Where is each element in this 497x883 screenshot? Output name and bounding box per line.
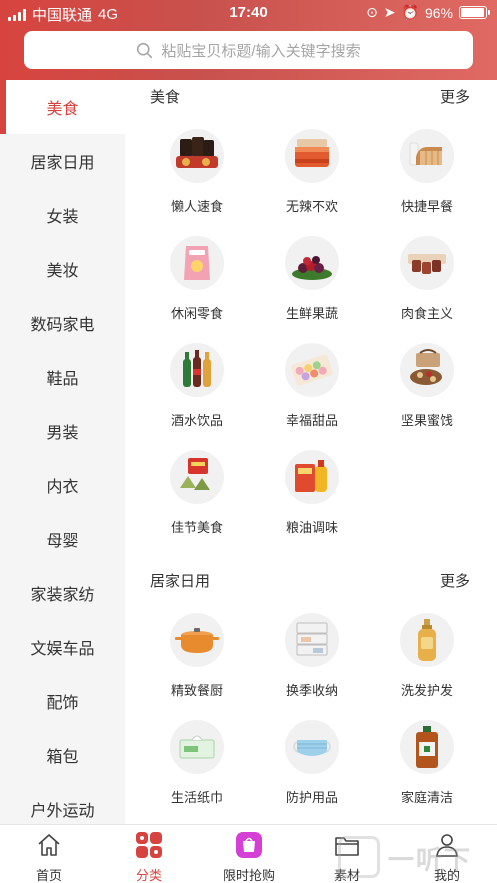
sidebar-item-home-textile[interactable]: 家装家纺	[0, 566, 125, 620]
search-bar[interactable]: 粘贴宝贝标题/输入关键字搜索	[24, 31, 473, 69]
category-content: 美食 更多 懒人速食 无辣不欢 快捷早餐 休闲零食 生鲜果蔬 肉食主义 酒水饮品…	[125, 80, 497, 824]
category-tile[interactable]: 无辣不欢	[262, 129, 362, 215]
category-label: 生活纸巾	[170, 790, 223, 805]
shampoo-image	[400, 613, 454, 667]
category-label: 休闲零食	[170, 306, 223, 321]
category-tile[interactable]: 生活纸巾	[147, 720, 247, 806]
category-tile[interactable]: 精致餐厨	[147, 613, 247, 699]
battery-percent: 96%	[424, 4, 453, 21]
more-link[interactable]: 更多	[440, 570, 470, 591]
location-icon: ➤	[383, 4, 396, 20]
category-tile[interactable]: 粮油调味	[262, 450, 362, 536]
category-tile[interactable]: 快捷早餐	[377, 129, 477, 215]
home-icon	[38, 834, 60, 856]
more-link[interactable]: 更多	[440, 86, 470, 107]
category-tile[interactable]: 坚果蜜饯	[377, 343, 477, 429]
breakfast-image	[400, 129, 454, 183]
nuts-image	[400, 343, 454, 397]
category-tile[interactable]: 防护用品	[262, 720, 362, 806]
category-label: 酒水饮品	[170, 413, 223, 428]
category-label: 粮油调味	[285, 520, 338, 535]
battery-icon	[459, 6, 490, 19]
category-label: 精致餐厨	[170, 683, 223, 698]
lock-rotation-icon: ⊙	[366, 4, 378, 20]
section-header-household: 居家日用 更多	[150, 570, 470, 590]
category-label: 幸福甜品	[285, 413, 338, 428]
category-icon	[136, 832, 162, 858]
spicy-food-image	[285, 129, 339, 183]
category-sidebar: 美食 居家日用 女装 美妆 数码家电 鞋品 男装 内衣 母婴 家装家纺 文娱车品…	[0, 80, 125, 824]
sidebar-item-outdoor[interactable]: 户外运动	[0, 782, 125, 824]
category-tile[interactable]: 洗发护发	[377, 613, 477, 699]
sidebar-item-beauty[interactable]: 美妆	[0, 242, 125, 296]
section-header-food: 美食 更多	[150, 86, 470, 106]
mask-image	[285, 720, 339, 774]
category-label: 防护用品	[285, 790, 338, 805]
tab-home[interactable]: 首页	[14, 831, 84, 883]
category-label: 洗发护发	[400, 683, 453, 698]
storage-image	[285, 613, 339, 667]
desserts-image	[285, 343, 339, 397]
watermark-logo	[338, 836, 380, 878]
category-label: 家庭清洁	[400, 790, 453, 805]
category-tile[interactable]: 懒人速食	[147, 129, 247, 215]
status-bar: 中国联通 4G 17:40 ⊙ ➤ ⏰ 96%	[0, 0, 497, 26]
category-tile[interactable]: 幸福甜品	[262, 343, 362, 429]
cookware-image	[170, 613, 224, 667]
instant-food-image	[170, 129, 224, 183]
category-tile[interactable]: 佳节美食	[147, 450, 247, 536]
search-icon	[137, 42, 153, 58]
category-tile[interactable]: 酒水饮品	[147, 343, 247, 429]
alarm-icon: ⏰	[401, 4, 419, 20]
section-title: 美食	[150, 88, 181, 106]
category-label: 无辣不欢	[285, 199, 338, 214]
snacks-image	[170, 236, 224, 290]
category-label: 快捷早餐	[400, 199, 453, 214]
section-title: 居家日用	[150, 572, 211, 590]
category-label: 肉食主义	[400, 306, 453, 321]
category-tile[interactable]: 肉食主义	[377, 236, 477, 322]
tab-flash-sale[interactable]: 限时抢购	[214, 831, 284, 883]
category-label: 佳节美食	[170, 520, 223, 535]
sidebar-item-electronics[interactable]: 数码家电	[0, 296, 125, 350]
sidebar-item-household[interactable]: 居家日用	[0, 134, 125, 188]
sidebar-item-underwear[interactable]: 内衣	[0, 458, 125, 512]
category-label: 换季收纳	[285, 683, 338, 698]
sidebar-item-baby[interactable]: 母婴	[0, 512, 125, 566]
sidebar-item-accessories[interactable]: 配饰	[0, 674, 125, 728]
fresh-produce-image	[285, 236, 339, 290]
sidebar-item-mens-clothing[interactable]: 男装	[0, 404, 125, 458]
category-label: 生鲜果蔬	[285, 306, 338, 321]
category-tile[interactable]: 换季收纳	[262, 613, 362, 699]
category-label: 坚果蜜饯	[400, 413, 453, 428]
meat-image	[400, 236, 454, 290]
tissue-image	[170, 720, 224, 774]
category-tile[interactable]: 家庭清洁	[377, 720, 477, 806]
festival-food-image	[170, 450, 224, 504]
sidebar-item-food[interactable]: 美食	[0, 80, 125, 134]
category-tile[interactable]: 生鲜果蔬	[262, 236, 362, 322]
cleaning-image	[400, 720, 454, 774]
search-placeholder: 粘贴宝贝标题/输入关键字搜索	[161, 42, 361, 60]
category-label: 懒人速食	[170, 199, 223, 214]
sidebar-item-bags[interactable]: 箱包	[0, 728, 125, 782]
category-tile[interactable]: 休闲零食	[147, 236, 247, 322]
tab-category[interactable]: 分类	[114, 831, 184, 883]
drinks-image	[170, 343, 224, 397]
sidebar-item-entertainment-car[interactable]: 文娱车品	[0, 620, 125, 674]
sidebar-item-womens-clothing[interactable]: 女装	[0, 188, 125, 242]
sidebar-item-shoes[interactable]: 鞋品	[0, 350, 125, 404]
header: 中国联通 4G 17:40 ⊙ ➤ ⏰ 96% 粘贴宝贝标题/输入关键字搜索	[0, 0, 497, 80]
watermark-text: 一听下载	[388, 845, 473, 883]
flash-sale-icon	[236, 832, 262, 858]
grain-oil-image	[285, 450, 339, 504]
